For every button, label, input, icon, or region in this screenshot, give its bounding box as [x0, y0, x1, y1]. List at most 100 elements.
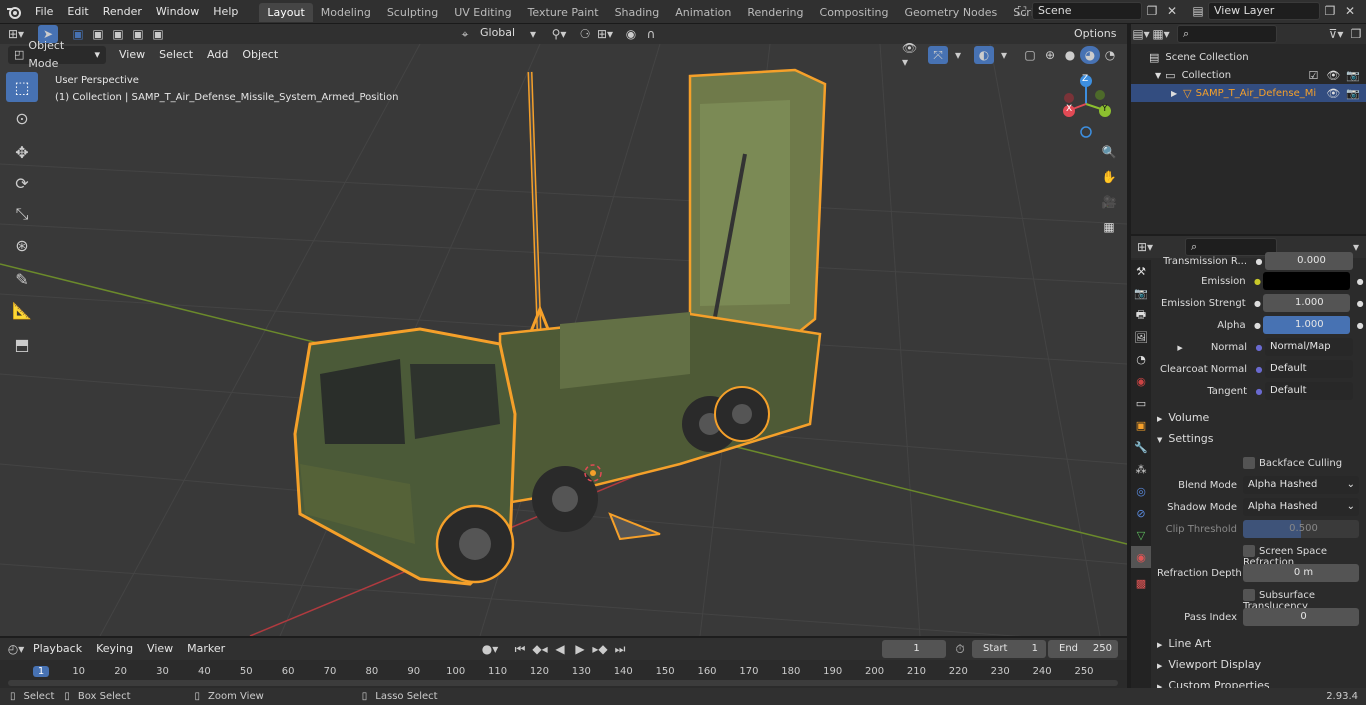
render-camera-icon[interactable]: 📷: [1346, 69, 1360, 82]
camera-view-icon[interactable]: 🎥: [1098, 191, 1120, 213]
orientation-icon[interactable]: ⌖: [455, 25, 475, 43]
tab-geometry-nodes[interactable]: Geometry Nodes: [896, 3, 1005, 22]
new-view-layer-icon[interactable]: ❐: [1320, 2, 1340, 20]
alpha-field[interactable]: 1.000: [1263, 316, 1351, 334]
pass-index-field[interactable]: 0: [1243, 608, 1359, 626]
emission-strength-field[interactable]: 1.000: [1263, 294, 1351, 312]
menu-render[interactable]: Render: [96, 0, 149, 24]
output-tab-icon[interactable]: 🖶: [1131, 304, 1151, 326]
blender-logo-icon[interactable]: [0, 3, 28, 21]
texture-tab-icon[interactable]: ▩: [1131, 572, 1151, 594]
normal-field[interactable]: Normal/Map: [1265, 338, 1353, 356]
outliner-row-collection[interactable]: ▼ ▭ Collection ☑ 👁 📷: [1131, 66, 1366, 84]
mode-subtract-icon[interactable]: ▣: [108, 25, 128, 43]
expand-arrow-icon[interactable]: ▶: [1177, 344, 1182, 352]
viewport-menu-select[interactable]: Select: [152, 43, 200, 67]
delete-scene-icon[interactable]: ✕: [1162, 2, 1182, 20]
menu-file[interactable]: File: [28, 0, 60, 24]
menu-edit[interactable]: Edit: [60, 0, 95, 24]
playhead-frame-label[interactable]: 1: [32, 666, 50, 677]
collection-tab-icon[interactable]: ▭: [1131, 392, 1151, 414]
render-camera-icon[interactable]: 📷: [1346, 87, 1360, 100]
section-line-art[interactable]: ▶ Line Art: [1157, 634, 1363, 654]
refraction-depth-field[interactable]: 0 m: [1243, 564, 1359, 582]
scene-name-field[interactable]: Scene: [1032, 2, 1142, 20]
outliner-search-input[interactable]: ⌕: [1177, 25, 1277, 43]
eye-icon[interactable]: 👁: [1326, 69, 1340, 82]
mode-dropdown[interactable]: ◰ Object Mode ▾: [8, 39, 106, 70]
filter-icon[interactable]: ⊽▾: [1326, 25, 1346, 43]
navigation-gizmo[interactable]: Z Y X: [1060, 74, 1116, 140]
outliner-row-object[interactable]: ▶ ▽ SAMP_T_Air_Defense_Mi 👁 📷: [1131, 84, 1366, 102]
section-viewport-display[interactable]: ▶ Viewport Display: [1157, 655, 1363, 675]
ortho-grid-icon[interactable]: ▦: [1098, 216, 1120, 238]
xray-toggle-icon[interactable]: ▢: [1020, 46, 1040, 64]
eye-icon[interactable]: 👁: [1326, 87, 1340, 100]
menu-window[interactable]: Window: [149, 0, 206, 24]
solid-shading-icon[interactable]: ●: [1060, 46, 1080, 64]
render-tab-icon[interactable]: 📷: [1131, 282, 1151, 304]
material-tab-icon[interactable]: ◉: [1131, 546, 1151, 568]
transmission-field[interactable]: 0.000: [1265, 252, 1353, 270]
keyframe-dot-icon[interactable]: ●: [1354, 277, 1366, 286]
tool-tab-icon[interactable]: ⚒: [1131, 260, 1151, 282]
samp-t-truck-model[interactable]: [293, 68, 827, 586]
properties-editor-icon[interactable]: ⊞▾: [1135, 238, 1155, 256]
expand-arrow-icon[interactable]: ▶: [1171, 89, 1177, 98]
scene-tab-icon[interactable]: ◔: [1131, 348, 1151, 370]
tab-texture-paint[interactable]: Texture Paint: [520, 3, 607, 22]
scene-icon[interactable]: ⛶: [1012, 2, 1032, 20]
editor-type-icon[interactable]: ⊞▾: [6, 25, 26, 43]
tab-modeling[interactable]: Modeling: [313, 3, 379, 22]
snap-target-icon[interactable]: ⊞▾: [595, 25, 615, 43]
chevron-down-icon[interactable]: ▾: [948, 46, 968, 64]
transform-orientation-dropdown[interactable]: Global: [475, 25, 523, 43]
move-tool-icon[interactable]: ✥: [6, 137, 38, 167]
timeline-scrollbar[interactable]: [8, 680, 1118, 686]
transform-tool-icon[interactable]: ⊛: [6, 230, 38, 260]
mode-intersect-icon[interactable]: ▣: [148, 25, 168, 43]
options-dropdown[interactable]: Options: [1068, 25, 1122, 43]
delete-view-layer-icon[interactable]: ✕: [1340, 2, 1360, 20]
keyframe-dot-icon[interactable]: ●: [1354, 299, 1366, 308]
section-settings[interactable]: ▼ Settings: [1157, 429, 1363, 449]
clearcoat-normal-field[interactable]: Default: [1265, 360, 1353, 378]
pan-hand-icon[interactable]: ✋: [1098, 166, 1120, 188]
cursor-tool-icon[interactable]: ⊙: [6, 103, 38, 133]
rendered-shading-icon[interactable]: ◔: [1100, 46, 1120, 64]
outliner-row-scene-collection[interactable]: ▤ Scene Collection: [1131, 48, 1366, 66]
3d-viewport[interactable]: [0, 44, 1127, 636]
tangent-field[interactable]: Default: [1265, 382, 1353, 400]
pivot-icon[interactable]: ⚲▾: [549, 25, 569, 43]
tab-animation[interactable]: Animation: [667, 3, 739, 22]
emission-color-field[interactable]: [1263, 272, 1351, 290]
exclude-checkbox-icon[interactable]: ☑: [1308, 69, 1318, 82]
material-shading-icon[interactable]: ◕: [1080, 46, 1100, 64]
overlay-toggle-icon[interactable]: ◐: [974, 46, 994, 64]
viewport-menu-object[interactable]: Object: [235, 43, 285, 67]
backface-culling-checkbox[interactable]: Backface Culling: [1243, 457, 1342, 469]
world-tab-icon[interactable]: ◉: [1131, 370, 1151, 392]
proportional-edit-icon[interactable]: ◉: [621, 25, 641, 43]
select-box-tool-icon[interactable]: ⬚: [6, 72, 38, 102]
physics-tab-icon[interactable]: ◎: [1131, 480, 1151, 502]
menu-help[interactable]: Help: [206, 0, 245, 24]
modifier-tab-icon[interactable]: 🔧: [1131, 436, 1151, 458]
scale-tool-icon[interactable]: ⤡: [6, 199, 38, 229]
data-tab-icon[interactable]: ▽: [1131, 524, 1151, 546]
section-volume[interactable]: ▶ Volume: [1157, 408, 1363, 428]
tab-shading[interactable]: Shading: [607, 3, 668, 22]
particles-tab-icon[interactable]: ⁂: [1131, 458, 1151, 480]
shadow-mode-dropdown[interactable]: Alpha Hashed ⌄: [1243, 498, 1359, 516]
constraints-tab-icon[interactable]: ⊘: [1131, 502, 1151, 524]
tab-compositing[interactable]: Compositing: [812, 3, 897, 22]
gizmo-toggle-icon[interactable]: ⤧: [928, 46, 948, 64]
clip-threshold-field[interactable]: 0.500: [1243, 520, 1359, 538]
keyframe-dot-icon[interactable]: ●: [1354, 321, 1366, 330]
outliner-editor-icon[interactable]: ▤▾: [1131, 25, 1151, 43]
blend-mode-dropdown[interactable]: Alpha Hashed ⌄: [1243, 476, 1359, 494]
object-tab-icon[interactable]: ▣: [1131, 414, 1151, 436]
measure-tool-icon[interactable]: 📐: [6, 295, 38, 325]
tab-rendering[interactable]: Rendering: [739, 3, 811, 22]
view-layer-field[interactable]: View Layer: [1208, 2, 1320, 20]
